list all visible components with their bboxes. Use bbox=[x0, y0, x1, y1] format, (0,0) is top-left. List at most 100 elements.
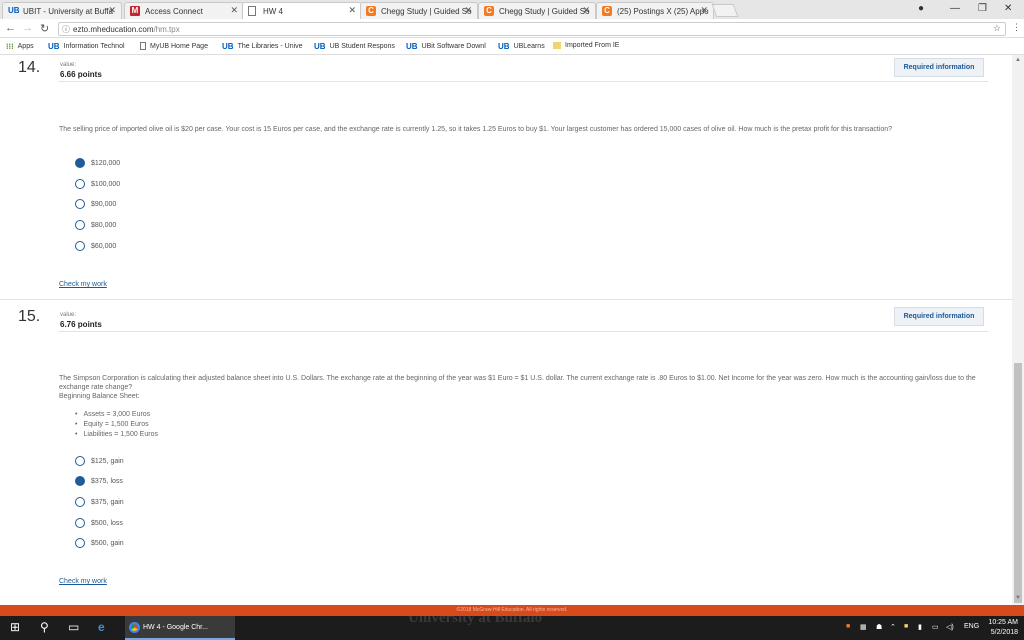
tray-app-icon[interactable]: ■ bbox=[904, 623, 908, 630]
bookmark-myub[interactable]: MyUB Home Page bbox=[140, 42, 208, 50]
tab-label: HW 4 bbox=[263, 6, 283, 16]
radio-button[interactable] bbox=[75, 220, 85, 230]
tab-ubit[interactable]: UB UBIT - University at Buffa ✕ bbox=[2, 2, 122, 19]
ub-icon: UB bbox=[8, 6, 20, 15]
profile-icon[interactable]: ● bbox=[918, 3, 924, 14]
star-icon[interactable]: ☆ bbox=[993, 23, 1001, 34]
close-icon[interactable]: ✕ bbox=[348, 5, 356, 16]
ub-icon: UB bbox=[406, 42, 418, 51]
check-my-work-link[interactable]: Check my work bbox=[59, 281, 107, 288]
answer-option[interactable]: $500, loss bbox=[75, 518, 123, 528]
tray-chevron-icon[interactable]: ⌃ bbox=[890, 623, 896, 631]
new-tab-button[interactable] bbox=[711, 4, 739, 17]
search-icon[interactable]: ⚲ bbox=[40, 620, 49, 634]
answer-option[interactable]: $100,000 bbox=[75, 179, 120, 189]
clock[interactable]: 10:25 AM 5/2/2018 bbox=[988, 618, 1018, 638]
close-icon[interactable]: ✕ bbox=[582, 5, 590, 16]
required-information-button[interactable]: Required information bbox=[894, 58, 984, 77]
window-close-icon[interactable]: ✕ bbox=[1004, 3, 1012, 14]
answer-option[interactable]: $120,000 bbox=[75, 158, 120, 168]
tab-hw4[interactable]: HW 4 ✕ bbox=[242, 2, 362, 19]
answer-option[interactable]: $375, gain bbox=[75, 497, 124, 507]
check-my-work-link[interactable]: Check my work bbox=[59, 578, 107, 585]
radio-button[interactable] bbox=[75, 476, 85, 486]
tray-people-icon[interactable]: ☗ bbox=[876, 623, 882, 631]
radio-button[interactable] bbox=[75, 518, 85, 528]
bookmark-libraries[interactable]: UB The Libraries - Unive bbox=[222, 42, 303, 51]
restore-icon[interactable]: ❐ bbox=[978, 3, 987, 14]
url-host: ezto.mheducation.com bbox=[73, 24, 154, 34]
radio-button[interactable] bbox=[75, 199, 85, 209]
taskbar-item-chrome[interactable]: HW 4 - Google Chr... bbox=[125, 616, 235, 640]
close-icon[interactable]: ✕ bbox=[464, 5, 472, 16]
doc-icon bbox=[248, 6, 256, 16]
tray-app-icon[interactable]: ▦ bbox=[860, 623, 867, 631]
minimize-icon[interactable]: — bbox=[950, 3, 960, 14]
radio-button[interactable] bbox=[75, 497, 85, 507]
tray-app-icon[interactable]: ■ bbox=[846, 623, 850, 630]
tab-access-connect[interactable]: M Access Connect ✕ bbox=[124, 2, 244, 19]
tab-label: (25) Postings X (25) Appo bbox=[617, 6, 709, 16]
close-icon[interactable]: ✕ bbox=[700, 5, 708, 16]
page-scrollbar[interactable]: ▲ ▼ bbox=[1012, 55, 1024, 605]
required-information-button[interactable]: Required information bbox=[894, 307, 984, 326]
value-label: value: bbox=[60, 62, 77, 68]
answer-option[interactable]: $90,000 bbox=[75, 199, 116, 209]
ub-icon: UB bbox=[314, 42, 326, 51]
reload-icon[interactable]: ↻ bbox=[40, 22, 49, 35]
network-icon[interactable]: ▭ bbox=[932, 623, 939, 631]
volume-icon[interactable]: ◁) bbox=[946, 623, 954, 631]
windows-start-icon[interactable]: ⊞ bbox=[10, 620, 20, 634]
scroll-down-icon[interactable]: ▼ bbox=[1015, 595, 1021, 601]
radio-button[interactable] bbox=[75, 158, 85, 168]
bookmark-information-technology[interactable]: UB Information Technol bbox=[48, 42, 125, 51]
tab-label: Chegg Study | Guided So bbox=[381, 6, 472, 16]
clock-date: 5/2/2018 bbox=[990, 629, 1018, 636]
url-input[interactable]: ⓘ ezto.mheducation.com/hm.tpx ☆ bbox=[58, 22, 1006, 36]
answer-option[interactable]: $125, gain bbox=[75, 456, 124, 466]
tab-label: Access Connect bbox=[145, 6, 203, 16]
tab-label: UBIT - University at Buffa bbox=[23, 6, 113, 16]
edge-icon[interactable]: e bbox=[98, 620, 105, 634]
scrollbar-thumb[interactable] bbox=[1014, 363, 1022, 603]
forward-arrow-icon[interactable]: → bbox=[22, 22, 33, 34]
tab-chegg-2[interactable]: C Chegg Study | Guided So ✕ bbox=[478, 2, 596, 19]
apps-icon: ⁝⁝⁝ bbox=[6, 42, 14, 51]
task-view-icon[interactable]: ▭ bbox=[68, 620, 79, 634]
bookmark-imported-from-ie[interactable]: Imported From IE bbox=[553, 42, 619, 49]
list-item: Liabilities = 1,500 Euros bbox=[75, 430, 158, 440]
question-number: 15. bbox=[18, 308, 41, 325]
answer-option[interactable]: $375, loss bbox=[75, 476, 123, 486]
info-icon: ⓘ bbox=[62, 25, 70, 34]
balance-sheet-list: Assets = 3,000 Euros Equity = 1,500 Euro… bbox=[75, 410, 158, 440]
answer-option[interactable]: $80,000 bbox=[75, 220, 116, 230]
ub-icon: UB bbox=[48, 42, 60, 51]
chegg-icon: C bbox=[484, 6, 494, 16]
bookmark-student-response[interactable]: UB UB Student Respons bbox=[314, 42, 395, 51]
back-arrow-icon[interactable]: ← bbox=[5, 22, 16, 34]
tab-chegg-1[interactable]: C Chegg Study | Guided So ✕ bbox=[360, 2, 478, 19]
close-icon[interactable]: ✕ bbox=[230, 5, 238, 16]
bookmark-ublearns[interactable]: UB UBLearns bbox=[498, 42, 545, 51]
bookmark-apps[interactable]: ⁝⁝⁝ Apps bbox=[6, 42, 34, 51]
radio-button[interactable] bbox=[75, 179, 85, 189]
scroll-up-icon[interactable]: ▲ bbox=[1015, 57, 1021, 63]
close-icon[interactable]: ✕ bbox=[108, 5, 116, 16]
radio-button[interactable] bbox=[75, 241, 85, 251]
battery-icon[interactable]: ▮ bbox=[918, 623, 922, 631]
answer-option[interactable]: $500, gain bbox=[75, 538, 124, 548]
chegg-icon: C bbox=[366, 6, 376, 16]
tab-postings[interactable]: C (25) Postings X (25) Appo ✕ bbox=[596, 2, 714, 19]
url-path: /hm.tpx bbox=[153, 24, 180, 34]
question-points: 6.76 points bbox=[60, 320, 102, 329]
bookmark-ubit-software[interactable]: UB UBit Software Downl bbox=[406, 42, 486, 51]
radio-button[interactable] bbox=[75, 538, 85, 548]
balance-sheet-heading: Beginning Balance Sheet: bbox=[59, 393, 140, 400]
question-text: The Simpson Corporation is calculating t… bbox=[59, 375, 976, 391]
divider bbox=[0, 299, 1012, 300]
radio-button[interactable] bbox=[75, 456, 85, 466]
answer-option[interactable]: $60,000 bbox=[75, 241, 116, 251]
list-item: Assets = 3,000 Euros bbox=[75, 410, 158, 420]
language-indicator[interactable]: ENG bbox=[964, 623, 979, 630]
menu-icon[interactable]: ⋮ bbox=[1012, 22, 1021, 33]
